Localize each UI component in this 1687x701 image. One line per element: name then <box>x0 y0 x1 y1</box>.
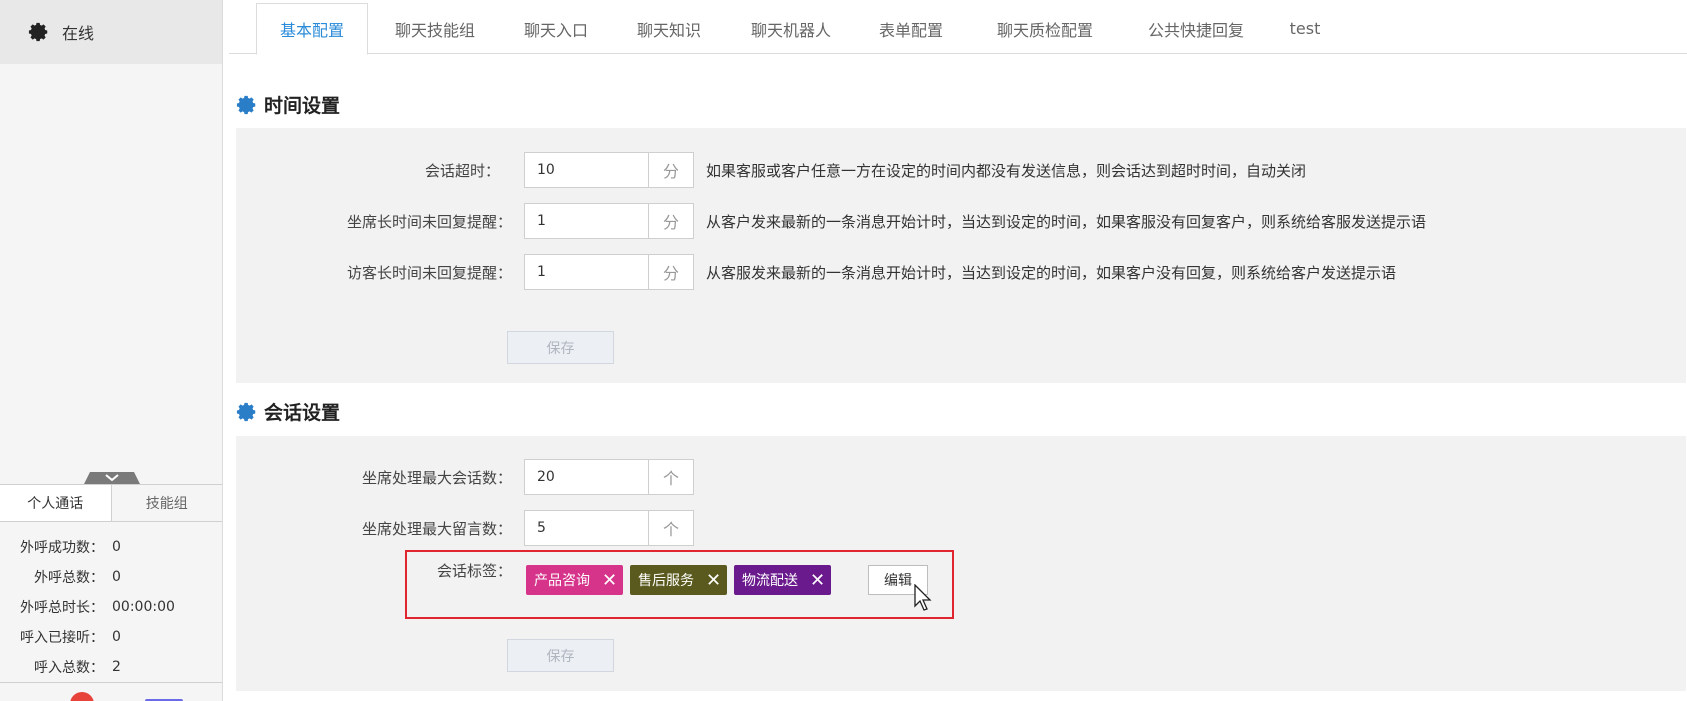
unit-label: 分 <box>649 152 694 188</box>
unit-label: 个 <box>649 459 694 495</box>
tag-label: 产品咨询 <box>534 573 590 589</box>
session-tags-label: 会话标签： <box>436 561 512 580</box>
agent-reply-reminder-row: 坐席长时间未回复提醒： 1 分 从客户发来最新的一条消息开始计时，当达到设定的时… <box>347 203 1427 239</box>
close-icon[interactable]: ✕ <box>810 570 825 591</box>
agent-reply-reminder-input[interactable]: 1 <box>524 203 649 239</box>
tag-chip: 售后服务 ✕ <box>630 565 728 595</box>
stat-row: 外呼成功数： 0 <box>0 532 222 562</box>
stat-value: 2 <box>112 659 121 675</box>
stat-label: 外呼成功数： <box>20 540 104 556</box>
stat-label: 外呼总数： <box>34 570 104 586</box>
time-settings-save-button[interactable]: 保存 <box>507 331 614 364</box>
stat-label: 呼入总数： <box>34 660 104 676</box>
field-description: 从客户发来最新的一条消息开始计时，当达到设定的时间，如果客服没有回复客户，则系统… <box>706 212 1427 231</box>
stat-value: 0 <box>112 569 121 585</box>
sidebar: 在线 个人通话 技能组 外呼成功数： 0 外呼总数： 0 外呼总时长： 00:0… <box>0 0 223 701</box>
section-title-text: 会话设置 <box>264 402 341 424</box>
stat-value: 00:00:00 <box>112 599 175 615</box>
status-label: 在线 <box>62 24 95 43</box>
config-tabs: 基本配置 聊天技能组 聊天入口 聊天知识 聊天机器人 表单配置 聊天质检配置 公… <box>229 0 1687 55</box>
tab-form-config[interactable]: 表单配置 <box>861 3 961 54</box>
field-label: 坐席处理最大会话数： <box>361 468 512 487</box>
gear-icon <box>236 402 256 421</box>
tag-chip: 物流配送 ✕ <box>734 565 832 595</box>
session-settings-save-button[interactable]: 保存 <box>507 639 614 672</box>
field-label: 坐席处理最大留言数： <box>361 519 512 538</box>
field-label: 会话超时： <box>424 161 500 180</box>
sidebar-bottom-controls <box>0 682 222 701</box>
tab-chat-robot[interactable]: 聊天机器人 <box>732 3 850 54</box>
unit-label: 分 <box>649 203 694 239</box>
tab-personal-call[interactable]: 个人通话 <box>0 485 112 521</box>
stat-row: 外呼总时长： 00:00:00 <box>0 592 222 622</box>
tab-basic-config[interactable]: 基本配置 <box>256 3 368 55</box>
tag-label: 售后服务 <box>638 573 694 589</box>
tab-chat-qc-config[interactable]: 聊天质检配置 <box>977 3 1113 54</box>
call-stats: 外呼成功数： 0 外呼总数： 0 外呼总时长： 00:00:00 呼入已接听： … <box>0 532 222 682</box>
gear-icon <box>28 22 48 42</box>
unit-label: 分 <box>649 254 694 290</box>
stat-value: 0 <box>112 539 121 555</box>
visitor-reply-reminder-row: 访客长时间未回复提醒： 1 分 从客服发来最新的一条消息开始计时，当达到设定的时… <box>347 254 1397 290</box>
online-status-toggle[interactable]: 在线 <box>0 0 222 64</box>
close-icon[interactable]: ✕ <box>602 570 617 591</box>
gear-icon <box>236 95 256 114</box>
tab-test[interactable]: test <box>1275 3 1335 54</box>
stat-row: 呼入已接听： 0 <box>0 622 222 652</box>
mouse-cursor-icon <box>914 584 932 611</box>
unit-label: 个 <box>649 510 694 546</box>
notification-badge[interactable] <box>70 692 94 701</box>
field-label: 坐席长时间未回复提醒： <box>346 212 512 231</box>
field-description: 如果客服或客户任意一方在设定的时间内都没有发送信息，则会话达到超时时间，自动关闭 <box>706 161 1307 180</box>
collapse-tab-icon[interactable] <box>78 472 146 484</box>
max-sessions-input[interactable]: 20 <box>524 459 649 495</box>
session-timeout-row: 会话超时： 10 分 如果客服或客户任意一方在设定的时间内都没有发送信息，则会话… <box>425 152 1307 188</box>
tab-chat-entry[interactable]: 聊天入口 <box>506 3 606 54</box>
max-messages-row: 坐席处理最大留言数： 5 个 <box>362 510 694 546</box>
max-sessions-row: 坐席处理最大会话数： 20 个 <box>362 459 694 495</box>
tag-chip: 产品咨询 ✕ <box>526 565 624 595</box>
section-title-text: 时间设置 <box>264 95 341 117</box>
stat-row: 外呼总数： 0 <box>0 562 222 592</box>
field-label: 访客长时间未回复提醒： <box>346 263 512 282</box>
tab-chat-knowledge[interactable]: 聊天知识 <box>619 3 719 54</box>
field-description: 从客服发来最新的一条消息开始计时，当达到设定的时间，如果客户没有回复，则系统给客… <box>706 263 1397 282</box>
close-icon[interactable]: ✕ <box>706 570 721 591</box>
stat-row: 呼入总数： 2 <box>0 652 222 682</box>
stat-label: 外呼总时长： <box>20 600 104 616</box>
session-settings-title: 会话设置 <box>236 398 340 425</box>
session-timeout-input[interactable]: 10 <box>524 152 649 188</box>
tab-public-quick-reply[interactable]: 公共快捷回复 <box>1128 3 1264 54</box>
app-root: 在线 个人通话 技能组 外呼成功数： 0 外呼总数： 0 外呼总时长： 00:0… <box>0 0 1687 701</box>
tag-label: 物流配送 <box>742 573 798 589</box>
sidebar-tabs: 个人通话 技能组 <box>0 484 222 522</box>
tab-skill-group[interactable]: 技能组 <box>112 485 223 521</box>
max-messages-input[interactable]: 5 <box>524 510 649 546</box>
tab-chat-skill-group[interactable]: 聊天技能组 <box>374 3 496 54</box>
stat-value: 0 <box>112 629 121 645</box>
time-settings-title: 时间设置 <box>236 91 340 118</box>
visitor-reply-reminder-input[interactable]: 1 <box>524 254 649 290</box>
stat-label: 呼入已接听： <box>20 630 104 646</box>
